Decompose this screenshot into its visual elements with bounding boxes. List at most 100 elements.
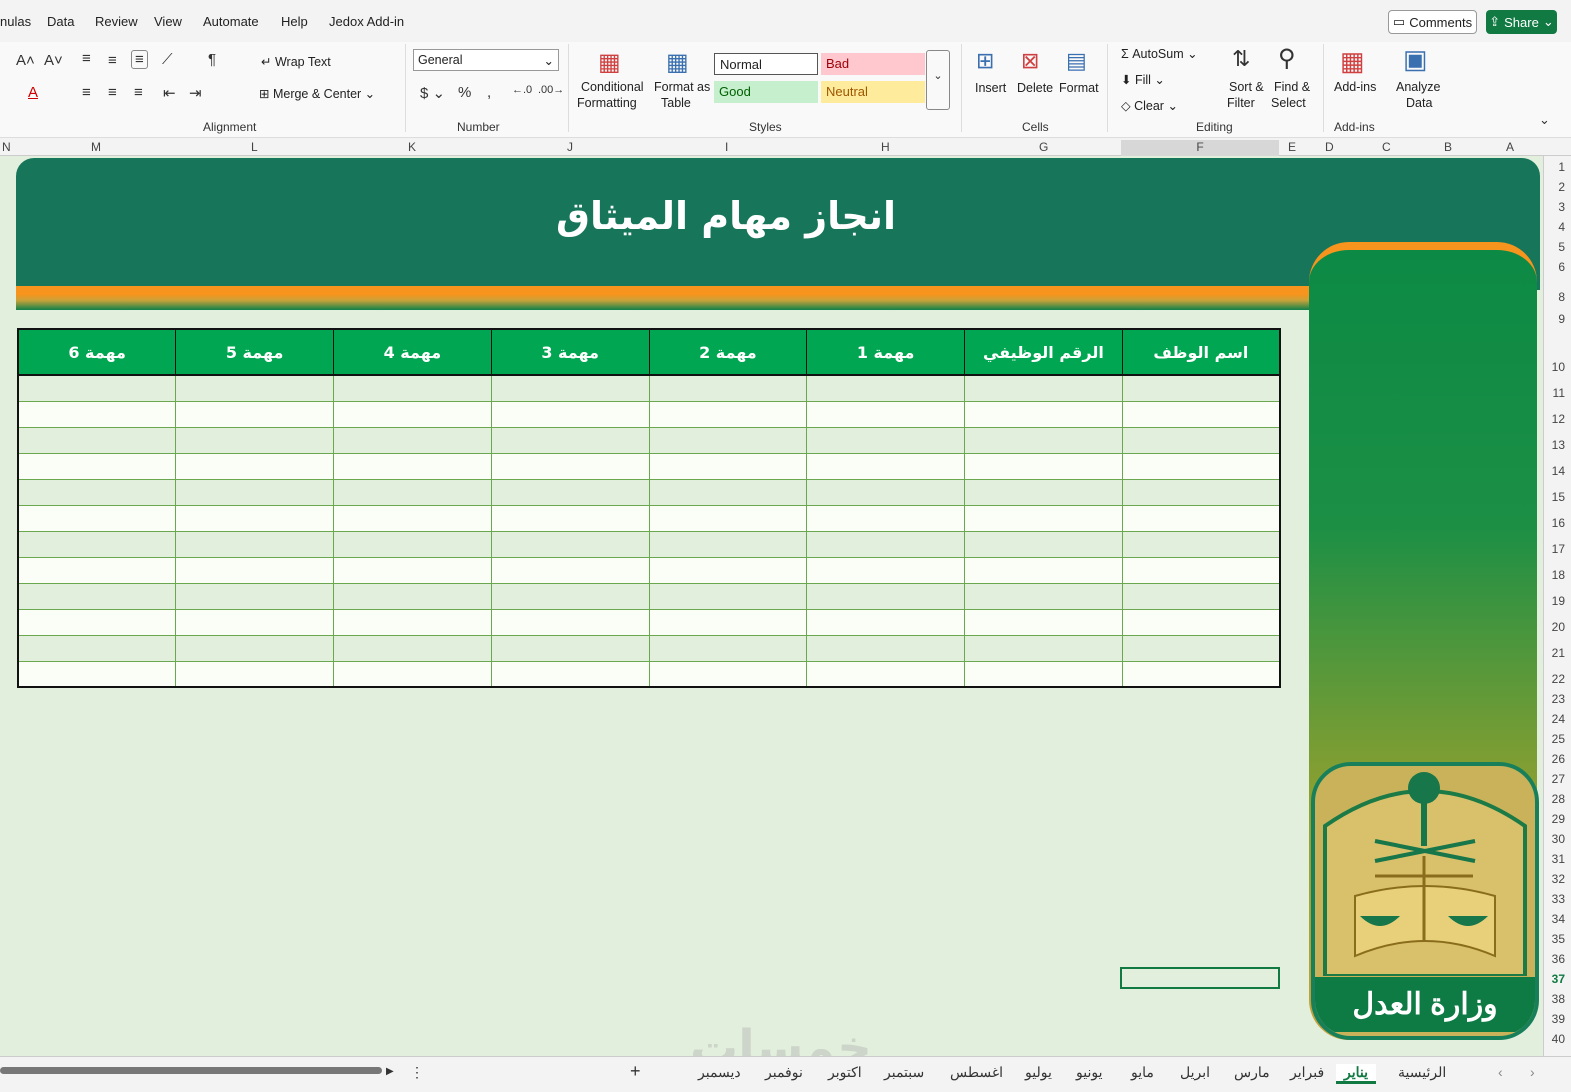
table-cell[interactable] (490, 557, 650, 584)
row-header[interactable]: 33 (1552, 892, 1565, 906)
table-cell[interactable] (648, 661, 808, 688)
increase-decimal-icon[interactable]: ←.0 (512, 84, 532, 96)
table-cell[interactable] (964, 479, 1123, 506)
column-header[interactable]: E (1288, 140, 1296, 154)
decrease-font-icon[interactable]: A˅ (44, 52, 63, 69)
more-options-icon[interactable]: ⋮ (410, 1064, 424, 1081)
table-header-cell[interactable]: مهمة 5 (175, 328, 334, 376)
table-cell[interactable] (1121, 557, 1281, 584)
menu-automate[interactable]: Automate (203, 14, 259, 29)
table-cell[interactable] (17, 531, 177, 558)
table-cell[interactable] (1121, 427, 1281, 454)
table-cell[interactable] (806, 479, 965, 506)
align-middle-icon[interactable]: ≡ (108, 52, 117, 69)
table-cell[interactable] (490, 453, 650, 480)
wrap-text-button[interactable]: ↵ Wrap Text (261, 54, 331, 69)
menu-view[interactable]: View (154, 14, 182, 29)
row-header[interactable]: 16 (1552, 516, 1565, 530)
row-header[interactable]: 13 (1552, 438, 1565, 452)
table-cell[interactable] (648, 583, 808, 610)
sheet-tab[interactable]: سبتمبر (884, 1064, 924, 1081)
table-cell[interactable] (333, 557, 492, 584)
decrease-indent-icon[interactable]: ⇤ (163, 84, 176, 102)
analyze-data-label-2[interactable]: Data (1406, 96, 1432, 110)
scroll-right-icon[interactable]: ▶ (386, 1066, 394, 1077)
table-cell[interactable] (17, 635, 177, 662)
tab-scroll-left-icon[interactable]: ‹ (1498, 1064, 1503, 1080)
sheet-tab[interactable]: اغسطس (950, 1064, 1003, 1081)
table-cell[interactable] (1121, 505, 1281, 532)
table-cell[interactable] (17, 609, 177, 636)
table-cell[interactable] (490, 609, 650, 636)
worksheet[interactable]: انجاز مهام الميثاق وزارة العدل مهمة 6 مه… (0, 156, 1543, 1056)
add-ins-button[interactable]: Add-ins (1334, 80, 1376, 94)
column-header[interactable]: K (408, 140, 416, 154)
menu-review[interactable]: Review (95, 14, 138, 29)
column-header[interactable]: D (1325, 140, 1334, 154)
format-cells-icon[interactable]: ▤ (1066, 48, 1087, 74)
table-cell[interactable] (17, 427, 177, 454)
sheet-tab[interactable]: ابريل (1180, 1064, 1210, 1081)
style-good[interactable]: Good (714, 81, 818, 103)
conditional-formatting-icon[interactable]: ▦ (598, 48, 621, 77)
row-header[interactable]: 40 (1552, 1032, 1565, 1046)
table-cell[interactable] (1121, 531, 1281, 558)
table-cell[interactable] (175, 375, 334, 402)
table-cell[interactable] (333, 375, 492, 402)
table-cell[interactable] (1121, 661, 1281, 688)
table-cell[interactable] (964, 635, 1123, 662)
sheet-tab-active[interactable]: يناير (1336, 1064, 1377, 1084)
analyze-data-label[interactable]: Analyze (1396, 80, 1440, 94)
clear-button[interactable]: ◇ Clear ⌄ (1121, 98, 1178, 113)
column-header[interactable]: G (1039, 140, 1048, 154)
table-cell[interactable] (964, 583, 1123, 610)
table-cell[interactable] (1121, 401, 1281, 428)
column-header[interactable]: N (2, 140, 11, 154)
table-cell[interactable] (964, 609, 1123, 636)
menu-help[interactable]: Help (281, 14, 308, 29)
tab-scroll-right-icon[interactable]: › (1530, 1064, 1535, 1080)
number-format-select[interactable]: General ⌄ (413, 49, 559, 71)
row-header[interactable]: 17 (1552, 542, 1565, 556)
row-header[interactable]: 22 (1552, 672, 1565, 686)
collapse-ribbon-icon[interactable]: ⌄ (1539, 112, 1550, 128)
increase-font-icon[interactable]: A˄ (16, 52, 35, 69)
column-header[interactable]: M (91, 140, 101, 154)
table-header-cell[interactable]: مهمة 3 (490, 328, 650, 376)
row-header[interactable]: 25 (1552, 732, 1565, 746)
row-header[interactable]: 21 (1552, 646, 1565, 660)
row-header[interactable]: 12 (1552, 412, 1565, 426)
table-cell[interactable] (490, 375, 650, 402)
row-header[interactable]: 35 (1552, 932, 1565, 946)
row-header[interactable]: 32 (1552, 872, 1565, 886)
table-cell[interactable] (175, 479, 334, 506)
table-cell[interactable] (17, 375, 177, 402)
align-bottom-icon[interactable]: ≡ (131, 50, 148, 69)
table-cell[interactable] (175, 635, 334, 662)
font-color-icon[interactable]: A (28, 84, 38, 101)
table-cell[interactable] (17, 583, 177, 610)
table-cell[interactable] (490, 505, 650, 532)
table-cell[interactable] (806, 401, 965, 428)
add-ins-icon[interactable]: ▦ (1340, 46, 1365, 77)
row-header[interactable]: 10 (1552, 360, 1565, 374)
sheet-tab[interactable]: ديسمبر (698, 1064, 741, 1081)
row-header[interactable]: 8 (1558, 290, 1565, 304)
sheet-tab[interactable]: يونيو (1076, 1064, 1102, 1081)
table-cell[interactable] (964, 401, 1123, 428)
align-left-icon[interactable]: ≡ (82, 84, 91, 101)
row-header[interactable]: 18 (1552, 568, 1565, 582)
row-header[interactable]: 6 (1558, 260, 1565, 274)
table-cell[interactable] (648, 531, 808, 558)
sort-filter-label[interactable]: Sort & (1229, 80, 1264, 94)
table-cell[interactable] (964, 557, 1123, 584)
table-cell[interactable] (806, 453, 965, 480)
table-cell[interactable] (175, 531, 334, 558)
table-cell[interactable] (333, 661, 492, 688)
add-sheet-icon[interactable]: + (630, 1061, 641, 1082)
row-header[interactable]: 31 (1552, 852, 1565, 866)
table-cell[interactable] (175, 453, 334, 480)
style-neutral[interactable]: Neutral (821, 81, 925, 103)
find-select-label-2[interactable]: Select (1271, 96, 1306, 110)
column-header[interactable]: C (1382, 140, 1391, 154)
